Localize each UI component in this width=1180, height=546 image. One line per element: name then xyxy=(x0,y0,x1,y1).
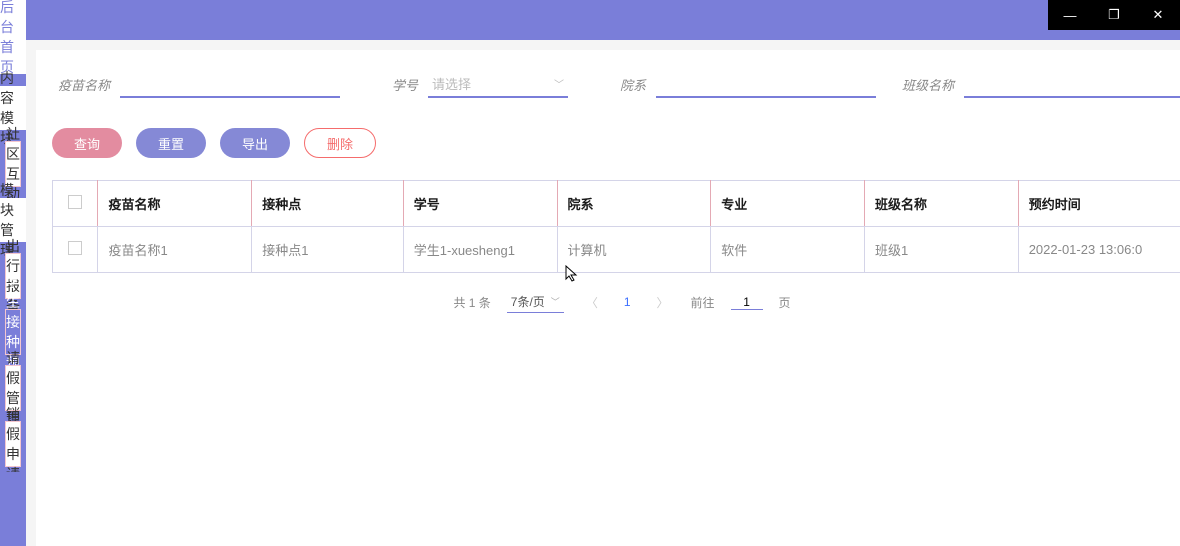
cell-class: 班级1 xyxy=(864,227,1018,273)
th-class: 班级名称 xyxy=(864,181,1018,227)
chevron-down-icon: ﹀ xyxy=(551,295,560,308)
window-minimize[interactable]: — xyxy=(1048,0,1092,30)
cell-dept: 计算机 xyxy=(557,227,711,273)
cell-time: 2022-01-23 13:06:0 xyxy=(1018,227,1180,273)
sidebar-home[interactable]: 后台首页 xyxy=(0,0,26,74)
pagination-next[interactable]: 〉 xyxy=(651,294,675,311)
reset-button[interactable]: 重置 xyxy=(136,128,206,158)
pagination-current[interactable]: 1 xyxy=(620,295,635,309)
window-close[interactable]: ✕ xyxy=(1136,0,1180,30)
filter-input-class[interactable] xyxy=(964,70,1180,98)
checkbox-all[interactable] xyxy=(68,195,82,209)
query-button[interactable]: 查询 xyxy=(52,128,122,158)
th-dept: 院系 xyxy=(557,181,711,227)
pagination-prev[interactable]: 〈 xyxy=(580,294,604,311)
filter-label-vaccine: 疫苗名称 xyxy=(52,75,110,94)
cell-vaccine: 疫苗名称1 xyxy=(98,227,252,273)
chevron-down-icon: ﹀ xyxy=(554,76,564,91)
delete-button[interactable]: 删除 xyxy=(304,128,376,158)
pagination-goto-post: 页 xyxy=(779,294,791,311)
cell-point: 接种点1 xyxy=(252,227,404,273)
cell-major: 软件 xyxy=(711,227,865,273)
filter-input-dept[interactable] xyxy=(656,70,876,98)
table-scroll[interactable]: 疫苗名称 接种点 学号 院系 专业 班级名称 预约时间 疫苗名称1 xyxy=(52,180,1180,273)
sidebar-filler xyxy=(0,472,26,546)
filter-label-sid: 学号 xyxy=(360,75,418,94)
pagination-total: 共 1 条 xyxy=(453,294,490,311)
filter-label-class: 班级名称 xyxy=(896,75,954,94)
data-table: 疫苗名称 接种点 学号 院系 专业 班级名称 预约时间 疫苗名称1 xyxy=(52,180,1180,273)
pagination-goto-pre: 前往 xyxy=(691,294,715,311)
topbar xyxy=(26,0,1180,40)
th-sid: 学号 xyxy=(403,181,557,227)
cell-sid: 学生1-xuesheng1 xyxy=(403,227,557,273)
th-vaccine: 疫苗名称 xyxy=(98,181,252,227)
filter-select-sid[interactable]: 请选择 ﹀ xyxy=(428,70,568,98)
th-major: 专业 xyxy=(711,181,865,227)
pagination: 共 1 条 7条/页 ﹀ 〈 1 〉 前往 页 xyxy=(52,291,1180,313)
export-button[interactable]: 导出 xyxy=(220,128,290,158)
checkbox-row[interactable] xyxy=(68,241,82,255)
window-maximize[interactable]: ❐ xyxy=(1092,0,1136,30)
pagination-size-select[interactable]: 7条/页 ﹀ xyxy=(507,291,564,313)
filter-input-vaccine[interactable] xyxy=(120,70,340,98)
sidebar: 后台首页 内容模块 社区互动 模块管理 出行报备 学生接种预约 请假管理 销假申… xyxy=(0,0,26,546)
sidebar-item-cancel-leave[interactable]: 销假申请 xyxy=(5,421,21,467)
filter-label-dept: 院系 xyxy=(588,75,646,94)
content-area: 疫苗名称 学号 请选择 ﹀ 院系 班级名称 xyxy=(36,50,1180,546)
pagination-goto-input[interactable] xyxy=(731,295,763,310)
th-time: 预约时间 xyxy=(1018,181,1180,227)
filter-select-placeholder: 请选择 xyxy=(432,74,471,93)
table-row[interactable]: 疫苗名称1 接种点1 学生1-xuesheng1 计算机 软件 班级1 2022… xyxy=(53,227,1180,273)
th-point: 接种点 xyxy=(252,181,404,227)
